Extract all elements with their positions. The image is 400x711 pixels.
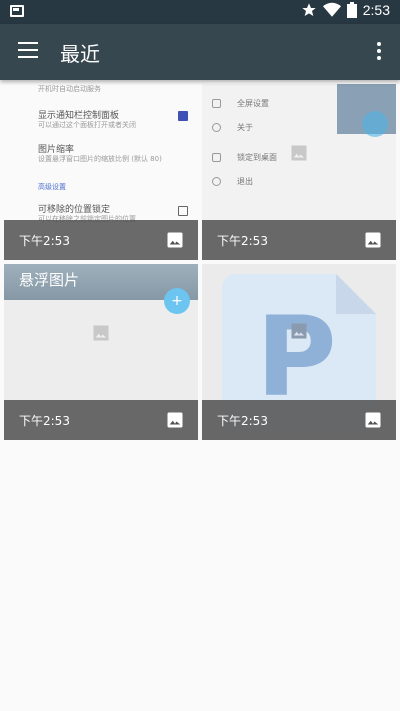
card-time: 下午2:53 (19, 414, 70, 428)
star-icon (302, 3, 316, 16)
card-time: 下午2:53 (217, 414, 268, 428)
image-placeholder-icon (291, 323, 307, 339)
notification-icon (10, 5, 24, 17)
image-placeholder-icon (93, 325, 109, 341)
recent-card-4[interactable]: P 下午2:53 (202, 264, 396, 440)
card-time: 下午2:53 (19, 234, 70, 248)
menu-item: 锁定到桌面 (212, 152, 277, 163)
settings-line: 可以通过这个面板打开或者关闭 (38, 121, 136, 129)
recent-card-3[interactable]: 悬浮图片 + 下午2:53 (4, 264, 198, 440)
settings-line: 设置悬浮窗口图片的缩放比例 (默认 80) (38, 155, 162, 163)
recent-card-2[interactable]: 全屏设置 关于 锁定到桌面 退出 下午2:53 (202, 84, 396, 260)
page-title: 最近 (60, 42, 100, 66)
image-icon (167, 232, 183, 248)
checkbox (178, 206, 188, 216)
image-icon (167, 412, 183, 428)
card-footer: 下午2:53 (202, 400, 396, 440)
document-letter: P (256, 293, 337, 421)
image-icon (365, 412, 381, 428)
card-footer: 下午2:53 (4, 220, 198, 260)
image-placeholder-icon (291, 145, 307, 161)
checkbox (178, 111, 188, 121)
wifi-icon (322, 2, 341, 17)
settings-line: 开机时自动启动服务 (38, 85, 101, 93)
fab-preview (362, 111, 388, 137)
app-bar: 最近 (0, 24, 400, 80)
image-icon (365, 232, 381, 248)
document-fold (336, 274, 376, 314)
status-bar: 2:53 (0, 0, 400, 24)
card-footer: 下午2:53 (202, 220, 396, 260)
card-footer: 下午2:53 (4, 400, 198, 440)
hamburger-menu-icon[interactable] (18, 42, 38, 62)
menu-item: 退出 (212, 176, 253, 187)
recent-card-1[interactable]: 开机时自动启动服务 显示通知栏控制面板 可以通过这个面板打开或者关闭 图片缩率 … (4, 84, 198, 260)
battery-icon (346, 2, 357, 18)
menu-item: 关于 (212, 122, 253, 133)
menu-item: 全屏设置 (212, 98, 269, 109)
card-caption: 悬浮图片 (19, 271, 80, 289)
clock: 2:53 (362, 2, 390, 18)
more-options-icon[interactable] (376, 42, 382, 62)
card-time: 下午2:53 (217, 234, 268, 248)
settings-section: 高级设置 (38, 183, 66, 191)
fab-preview: + (164, 288, 190, 314)
